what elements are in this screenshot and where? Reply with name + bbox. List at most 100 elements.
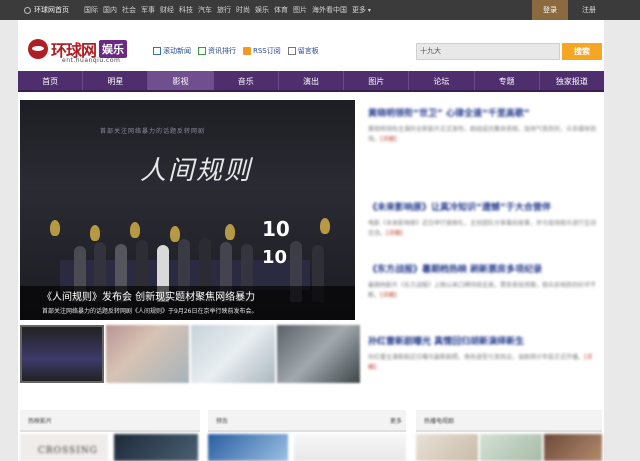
ranking-label: 资讯排行 bbox=[208, 47, 236, 55]
wheat-bouquet bbox=[170, 226, 180, 242]
section-bar-trailers: 预告 更多 bbox=[208, 410, 406, 432]
channel-link[interactable]: 体育 bbox=[274, 5, 288, 15]
channel-link[interactable]: 国内 bbox=[103, 5, 117, 15]
section-bar-tv: 热播电视剧 bbox=[416, 410, 602, 432]
wheat-bouquet bbox=[50, 220, 60, 236]
channel-link[interactable]: 军事 bbox=[141, 5, 155, 15]
news-summary: 孙红雷主演新剧近日曝光最新剧照，角色造型引发热议，该剧预计年底正式开播。[详细] bbox=[368, 354, 593, 371]
news-summary: 电影《未来影响原》近日举行首映礼，主创团队分享幕后故事，并与现场观众进行互动交流… bbox=[368, 220, 597, 237]
detail-link[interactable]: [详细] bbox=[386, 230, 403, 237]
thumbnail-active[interactable] bbox=[20, 325, 104, 383]
more-menu[interactable]: 更多 bbox=[352, 5, 371, 15]
news-icon bbox=[153, 47, 161, 55]
thumbnail[interactable] bbox=[191, 325, 275, 383]
channel-link[interactable]: 时尚 bbox=[236, 5, 250, 15]
news-headline[interactable]: 孙红雷新剧曝光 真情回归胡新演绎新生 bbox=[368, 334, 600, 347]
tv-thumb[interactable] bbox=[480, 434, 542, 461]
hero-top-line: 首部关注网络暴力的话题反转网剧 bbox=[100, 128, 206, 135]
login-button[interactable]: 登录 bbox=[532, 0, 568, 20]
globe-icon bbox=[24, 6, 31, 14]
slide-thumbnails bbox=[20, 325, 361, 383]
wheat-bouquet bbox=[225, 224, 235, 240]
section-title: 预告 bbox=[216, 418, 229, 425]
channel-link[interactable]: 旅行 bbox=[217, 5, 231, 15]
nav-item-stars[interactable]: 明星 bbox=[83, 71, 149, 90]
section-bar-films: 热映影片 bbox=[20, 410, 200, 432]
more-link[interactable]: 更多 bbox=[390, 416, 402, 425]
thumbnail[interactable] bbox=[276, 325, 361, 383]
channel-link[interactable]: 社会 bbox=[122, 5, 136, 15]
hero-slide[interactable]: 首部关注网络暴力的话题反转网剧 人间规则 10 10 《人间规则》发布会 创新现 bbox=[20, 100, 355, 320]
message-board-link[interactable]: 留言板 bbox=[287, 46, 319, 56]
ranking-link[interactable]: 资讯排行 bbox=[198, 46, 236, 56]
scroll-news-label: 滚动新闻 bbox=[163, 47, 191, 55]
rss-label: RSS订阅 bbox=[253, 47, 281, 55]
channel-links: 国际 国内 社会 军事 财经 科技 汽车 旅行 时尚 娱乐 体育 图片 海外看中… bbox=[84, 5, 371, 15]
news-item[interactable]: 《东方战报》暑期档热映 刷新票房多项纪录 暑期档影片《东方战报》上映以来口碑持续… bbox=[368, 262, 600, 301]
channel-link[interactable]: 汽车 bbox=[198, 5, 212, 15]
news-item[interactable]: 黄晓明领衔“世卫” 心律全速“千里高歌” 黄晓明领衔主演的全新影片正式发布，剧组… bbox=[368, 106, 600, 145]
thumbnail[interactable] bbox=[105, 325, 190, 383]
register-button[interactable]: 注册 bbox=[574, 0, 604, 20]
section-title: 热播电视剧 bbox=[424, 418, 455, 425]
tv-thumb[interactable] bbox=[416, 434, 478, 461]
logo-url: ent.huanqiu.com bbox=[62, 57, 121, 64]
wheat-bouquet bbox=[320, 218, 330, 234]
channel-link[interactable]: 科技 bbox=[179, 5, 193, 15]
detail-link[interactable]: [详细] bbox=[380, 136, 397, 143]
nav-item-forum[interactable]: 论坛 bbox=[409, 71, 475, 90]
nav-item-pictures[interactable]: 图片 bbox=[344, 71, 410, 90]
nav-item-home[interactable]: 首页 bbox=[18, 71, 84, 90]
hero-caption-title[interactable]: 《人间规则》发布会 创新现实题材聚焦网络暴力 bbox=[42, 288, 255, 303]
hero-screen-number: 10 bbox=[262, 247, 288, 268]
news-item[interactable]: 《未来影响原》让真冷知识“遗憾”于大合营伴 电影《未来影响原》近日举行首映礼，主… bbox=[368, 200, 600, 239]
home-link[interactable]: 环球网首页 bbox=[24, 5, 69, 15]
message-board-label: 留言板 bbox=[297, 47, 319, 55]
news-item[interactable]: 孙红雷新剧曝光 真情回归胡新演绎新生 孙红雷主演新剧近日曝光最新剧照，角色造型引… bbox=[368, 334, 600, 373]
trailer-thumb[interactable] bbox=[208, 434, 288, 461]
logo-globe-icon bbox=[28, 39, 48, 59]
news-headline[interactable]: 黄晓明领衔“世卫” 心律全速“千里高歌” bbox=[368, 106, 600, 119]
nav-item-exclusive[interactable]: 独家报道 bbox=[540, 71, 604, 90]
logo-section: 娱乐 bbox=[99, 40, 128, 58]
bottom-sections: 热映影片 预告 更多 热播电视剧 CROSSING bbox=[18, 410, 604, 461]
rss-icon bbox=[243, 47, 251, 55]
nav-item-film-tv[interactable]: 影视 bbox=[148, 71, 214, 90]
news-headline[interactable]: 《东方战报》暑期档热映 刷新票房多项纪录 bbox=[368, 262, 600, 275]
rank-icon bbox=[198, 47, 206, 55]
top-navigation-bar: 环球网首页 国际 国内 社会 军事 财经 科技 汽车 旅行 时尚 娱乐 体育 图… bbox=[0, 0, 640, 20]
film-poster[interactable] bbox=[114, 434, 198, 461]
main-content: 环球网 娱乐 ent.huanqiu.com 滚动新闻 资讯排行 RSS订阅 留… bbox=[18, 20, 604, 461]
news-summary: 黄晓明领衔主演的全新影片正式发布，剧组成员集体亮相，现场气氛热烈，众多媒体到场。… bbox=[368, 126, 597, 143]
tv-thumb[interactable] bbox=[544, 434, 602, 461]
channel-link[interactable]: 国际 bbox=[84, 5, 98, 15]
page: 环球网首页 国际 国内 社会 军事 财经 科技 汽车 旅行 时尚 娱乐 体育 图… bbox=[0, 0, 640, 461]
channel-link[interactable]: 图片 bbox=[293, 5, 307, 15]
nav-item-music[interactable]: 音乐 bbox=[214, 71, 279, 90]
nav-item-topics[interactable]: 专题 bbox=[475, 71, 540, 90]
home-link-label: 环球网首页 bbox=[34, 6, 69, 14]
trailer-info[interactable] bbox=[294, 434, 406, 461]
detail-link[interactable]: [详细] bbox=[380, 292, 397, 299]
hero-big-title: 人间规则 bbox=[140, 156, 253, 186]
hero-caption-subtitle: 首部关注网络暴力的话题反转网剧《人间规则》于9月26日在京举行映前发布会。 bbox=[42, 308, 258, 315]
message-icon bbox=[287, 47, 296, 55]
search-button[interactable]: 搜索 bbox=[562, 43, 602, 60]
scroll-news-link[interactable]: 滚动新闻 bbox=[153, 46, 191, 56]
hero-screen-number: 10 bbox=[262, 217, 290, 241]
rss-link[interactable]: RSS订阅 bbox=[243, 46, 281, 56]
film-poster[interactable]: CROSSING bbox=[20, 434, 108, 461]
section-nav: 首页 明星 影视 音乐 演出 图片 论坛 专题 独家报道 bbox=[18, 71, 604, 92]
header-links: 滚动新闻 资讯排行 RSS订阅 留言板 bbox=[153, 46, 319, 56]
channel-link[interactable]: 娱乐 bbox=[255, 5, 269, 15]
search-input[interactable]: 十九大 bbox=[416, 43, 560, 60]
film-poster-label: CROSSING bbox=[38, 446, 98, 456]
section-title: 热映影片 bbox=[28, 418, 53, 425]
wheat-bouquet bbox=[130, 222, 140, 238]
news-headline[interactable]: 《未来影响原》让真冷知识“遗憾”于大合营伴 bbox=[368, 200, 600, 213]
channel-link[interactable]: 海外看中国 bbox=[312, 5, 347, 15]
news-summary: 暑期档影片《东方战报》上映以来口碑持续走高，票房表现亮眼，观众反响热烈好评不断。… bbox=[368, 282, 597, 299]
nav-item-shows[interactable]: 演出 bbox=[279, 71, 345, 90]
wheat-bouquet bbox=[90, 225, 100, 241]
channel-link[interactable]: 财经 bbox=[160, 5, 174, 15]
